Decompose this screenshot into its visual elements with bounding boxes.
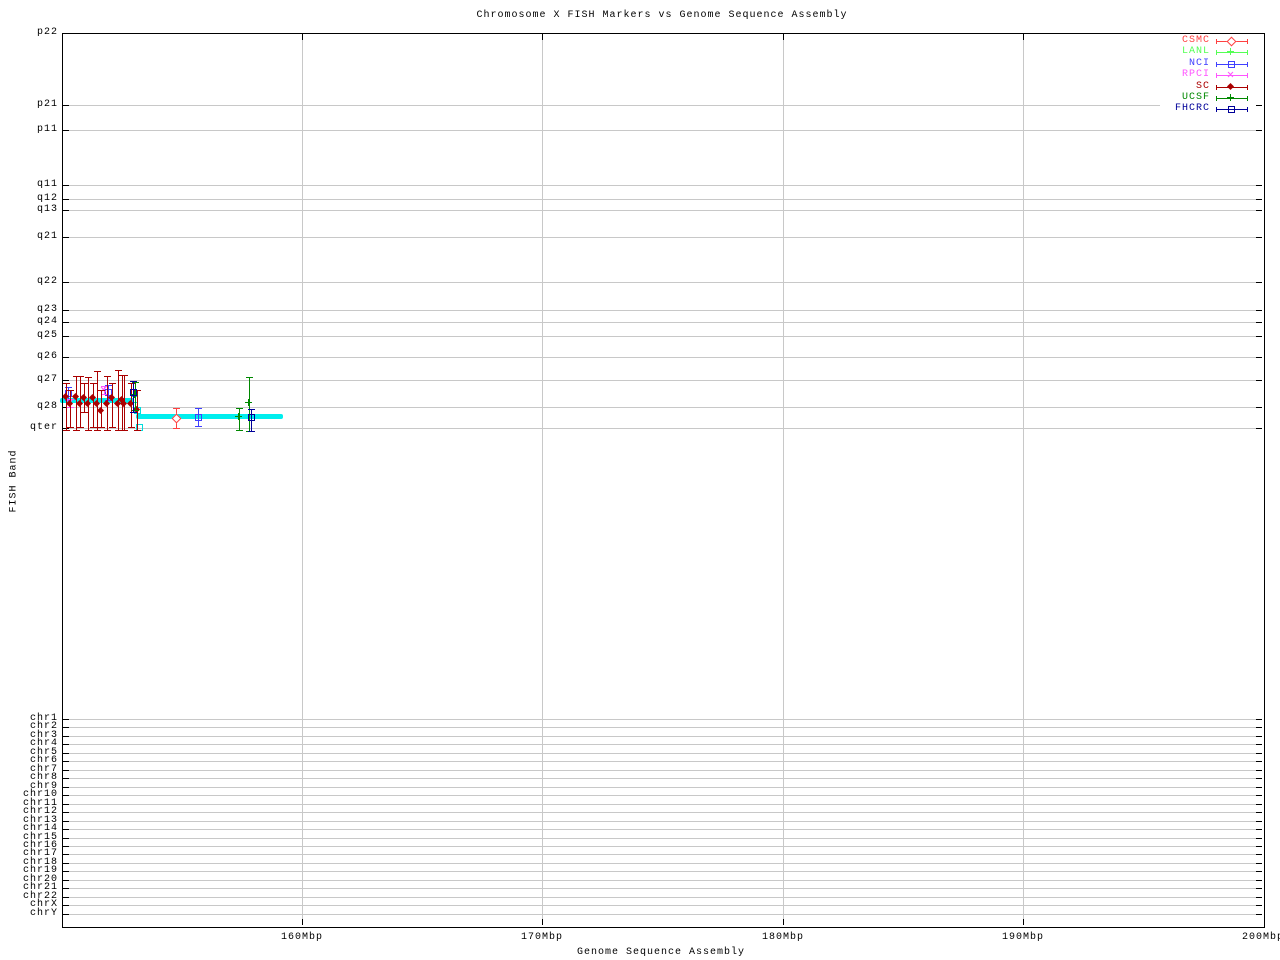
y-band-label: q28 [0,402,58,412]
x-tick-label: 200Mbp [1242,933,1280,943]
chart-title: Chromosome X FISH Markers vs Genome Sequ… [476,11,847,21]
y-axis-title: FISH Band [9,449,20,512]
y-band-label: q12 [0,194,58,204]
x-axis-title: Genome Sequence Assembly [577,948,745,958]
x-tick-label: 160Mbp [281,933,323,943]
y-band-label: q11 [0,180,58,190]
y-band-label: chrY [0,909,58,919]
y-band-label: q25 [0,331,58,341]
y-band-label: q27 [0,375,58,385]
x-tick-label: 190Mbp [1002,933,1044,943]
y-band-label: p22 [0,28,58,38]
y-band-label: q26 [0,352,58,362]
y-band-label: q23 [0,305,58,315]
y-band-label: qter [0,423,58,433]
y-band-label: q21 [0,232,58,242]
y-band-label: q24 [0,317,58,327]
plot-border [62,33,1265,928]
y-band-label: p11 [0,125,58,135]
y-band-label: q22 [0,277,58,287]
x-tick-label: 170Mbp [521,933,563,943]
y-band-label: q13 [0,205,58,215]
x-tick-label: 180Mbp [762,933,804,943]
y-band-label: p21 [0,100,58,110]
chart-page: Chromosome X FISH Markers vs Genome Sequ… [0,0,1280,960]
